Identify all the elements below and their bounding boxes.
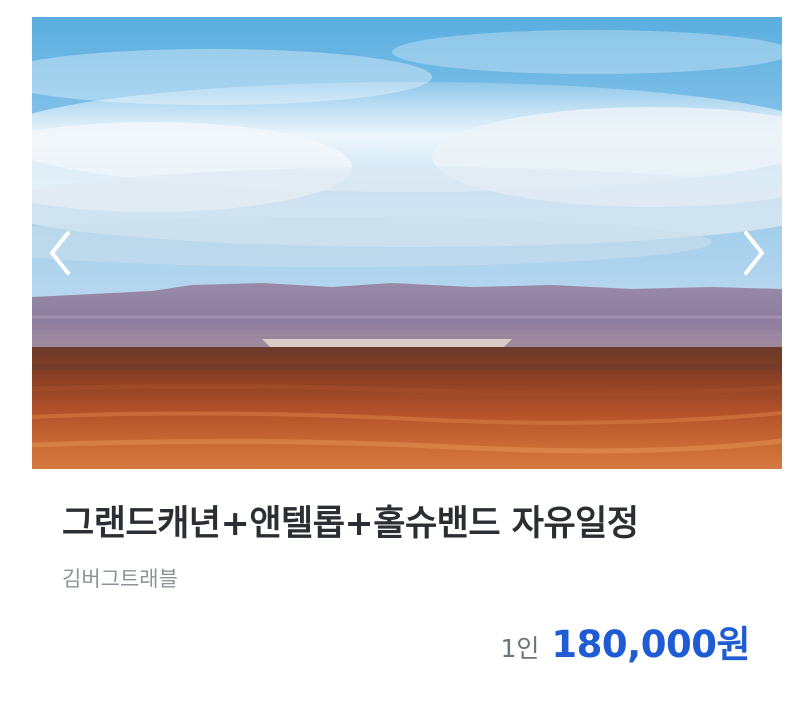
- price-unit-label: 1인: [500, 634, 540, 663]
- price-row: 1인 180,000원: [500, 614, 751, 668]
- vendor-name: 김버그트래블: [62, 567, 178, 591]
- product-title[interactable]: 그랜드캐년+앤텔롭+홀슈밴드 자유일정: [62, 500, 639, 548]
- product-image[interactable]: [32, 17, 782, 469]
- product-card[interactable]: 그랜드캐년+앤텔롭+홀슈밴드 자유일정 김버그트래블 1인 180,000원: [0, 0, 804, 724]
- chevron-left-icon: [50, 231, 70, 275]
- chevron-right-icon: [744, 231, 764, 275]
- carousel-next-button[interactable]: [734, 223, 774, 283]
- carousel-prev-button[interactable]: [40, 223, 80, 283]
- price-amount: 180,000원: [551, 623, 750, 666]
- landscape-illustration: [32, 17, 782, 469]
